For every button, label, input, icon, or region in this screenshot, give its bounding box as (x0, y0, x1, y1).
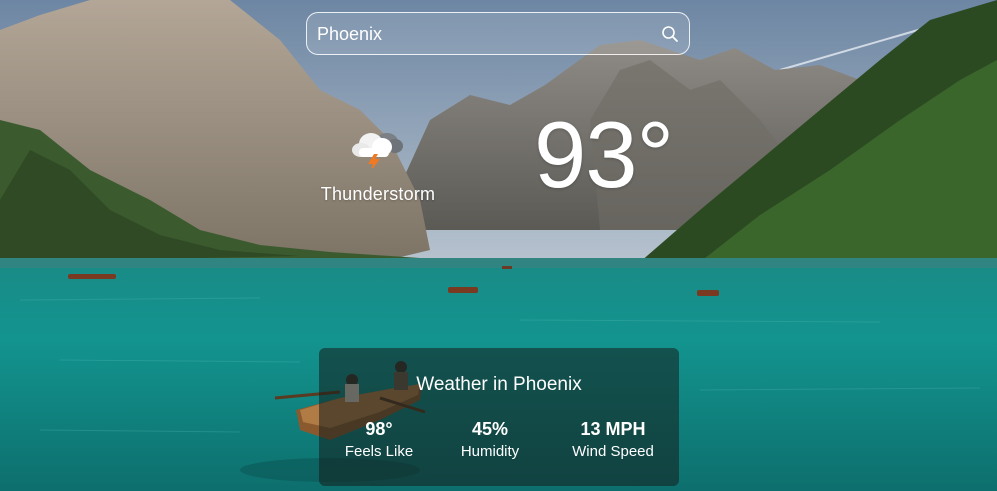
feels-like-label: Feels Like (344, 443, 414, 460)
weather-details-card: Weather in Phoenix 98° Feels Like 45% Hu… (319, 348, 679, 486)
humidity-value: 45% (471, 419, 509, 439)
search-input[interactable] (317, 19, 647, 49)
current-condition: Thunderstorm (318, 124, 438, 205)
feels-like-value: 98° (365, 419, 393, 439)
search-icon[interactable] (661, 25, 679, 43)
stat-feels-like: 98° Feels Like (319, 418, 439, 460)
stat-wind-speed: 13 MPH Wind Speed (553, 418, 673, 460)
details-title: Weather in Phoenix (416, 374, 582, 395)
wind-speed-label: Wind Speed (572, 443, 654, 460)
current-temperature: 93° (534, 102, 674, 207)
stat-humidity: 45% Humidity (430, 418, 550, 460)
wind-speed-value: 13 MPH (580, 419, 646, 439)
thunderstorm-icon (352, 133, 403, 168)
weather-app: Thunderstorm 93° Weather in Phoenix 98° … (0, 0, 997, 491)
search-box (306, 12, 690, 55)
humidity-label: Humidity (460, 443, 520, 460)
condition-label: Thunderstorm (320, 184, 436, 204)
